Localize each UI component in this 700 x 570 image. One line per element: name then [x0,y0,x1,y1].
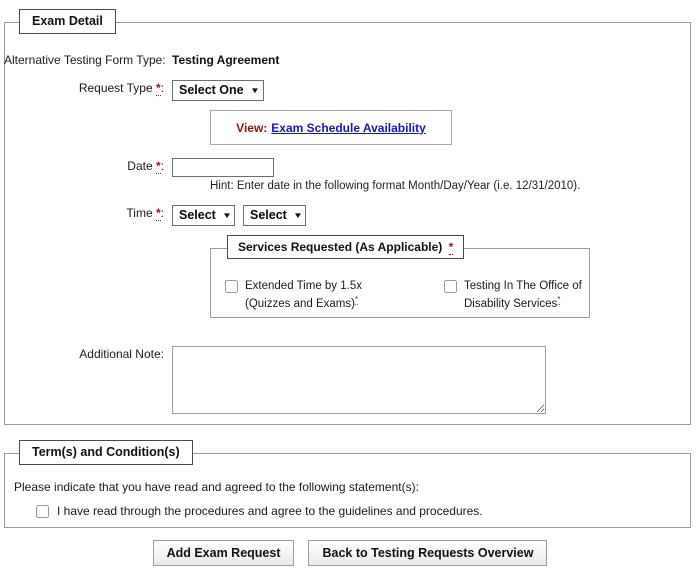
extended-time-checkbox[interactable] [225,280,238,293]
back-to-testing-requests-overview-button[interactable]: Back to Testing Requests Overview [308,540,548,566]
date-label: Date *: [4,158,172,174]
time-label: Time *: [4,205,172,221]
services-requested-fieldset: Services Requested (As Applicable) * Ext… [210,235,590,318]
date-colon: : [160,159,164,173]
exam-schedule-availability-link[interactable]: Exam Schedule Availability [271,121,426,135]
request-type-row: Request Type *: Select One ▼ [4,80,264,101]
additional-note-label: Additional Note: [79,347,164,361]
time-colon: : [160,206,164,220]
terms-agree-label: I have read through the procedures and a… [57,504,483,518]
request-type-select[interactable]: Select One ▼ [172,80,264,101]
request-type-label: Request Type *: [4,80,172,96]
chevron-down-icon: ▼ [292,211,303,220]
required-asterisk-icon[interactable]: * [354,295,359,305]
time-end-select[interactable]: Select ▼ [243,205,306,226]
request-type-selected-value: Select One [179,83,244,97]
services-requested-legend-text: Services Requested (As Applicable) [238,240,443,254]
required-asterisk-icon[interactable]: * [448,240,454,255]
date-label-text: Date [127,159,153,173]
chevron-down-icon: ▼ [250,86,260,95]
required-asterisk-icon[interactable]: * [557,295,561,305]
view-schedule-box: View: Exam Schedule Availability [210,110,452,145]
exam-detail-legend: Exam Detail [19,9,116,34]
form-type-value: Testing Agreement [172,53,280,67]
button-bar: Add Exam Request Back to Testing Request… [0,540,700,566]
service-option-extended-time[interactable]: Extended Time by 1.5x (Quizzes and Exams… [225,279,405,311]
terms-agree-checkbox[interactable] [36,505,49,518]
additional-note-textarea[interactable] [172,346,546,414]
request-type-label-text: Request Type [78,81,153,95]
request-type-colon: : [160,81,164,95]
time-label-text: Time [126,206,153,220]
time-end-selected-value: Select [250,208,287,222]
form-type-label: Alternative Testing Form Type: [4,53,166,67]
date-input[interactable] [172,158,274,177]
terms-agree-row[interactable]: I have read through the procedures and a… [36,504,483,519]
time-row: Time *: Select ▼ Select ▼ [4,205,306,226]
view-prefix-label: View: [236,120,268,135]
testing-in-ods-label: Testing In The Office of Disability Serv… [464,279,594,311]
service-option-testing-in-ods[interactable]: Testing In The Office of Disability Serv… [444,279,594,311]
services-requested-legend: Services Requested (As Applicable) * [227,235,465,259]
time-start-selected-value: Select [179,208,216,222]
extended-time-label-text: Extended Time by 1.5x (Quizzes and Exams… [245,280,362,310]
terms-and-conditions-legend: Term(s) and Condition(s) [19,440,193,465]
time-start-select[interactable]: Select ▼ [172,205,235,226]
chevron-down-icon: ▼ [221,211,232,220]
date-hint: Hint: Enter date in the following format… [210,180,581,192]
date-row: Date *: [4,158,274,177]
testing-in-ods-label-text: Testing In The Office of Disability Serv… [464,280,582,310]
add-exam-request-button[interactable]: Add Exam Request [152,540,295,566]
terms-intro-text: Please indicate that you have read and a… [14,480,419,494]
additional-note-row: Additional Note: [4,346,546,414]
form-type-row: Alternative Testing Form Type: Testing A… [4,52,279,68]
extended-time-label: Extended Time by 1.5x (Quizzes and Exams… [245,279,405,311]
testing-in-ods-checkbox[interactable] [444,280,457,293]
